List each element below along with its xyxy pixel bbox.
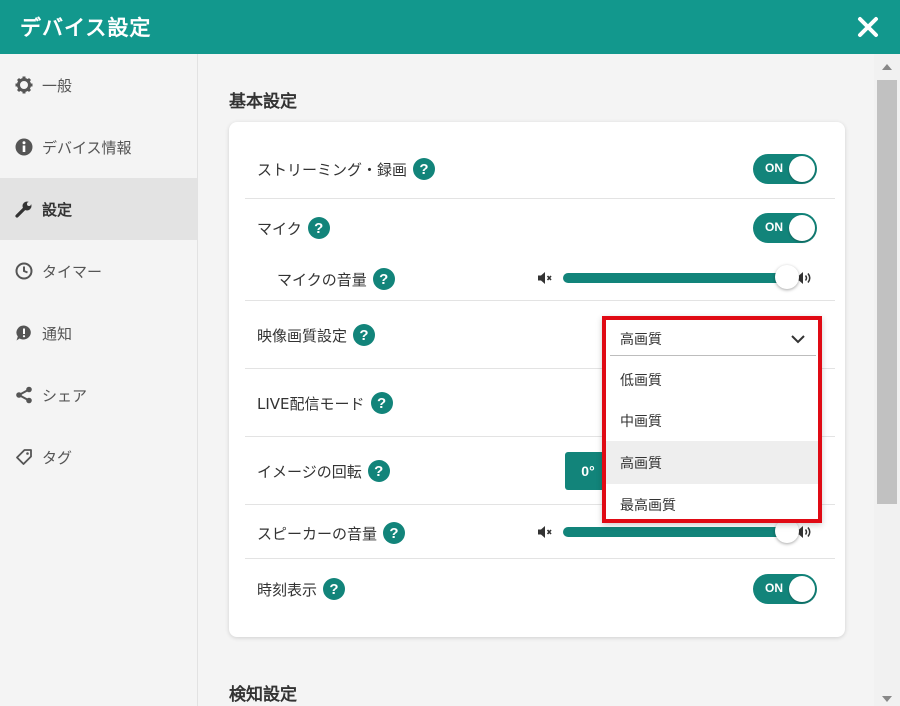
scroll-thumb[interactable]	[877, 80, 897, 504]
scroll-down-arrow[interactable]	[882, 696, 892, 702]
help-icon[interactable]: ?	[372, 268, 395, 290]
slider-thumb[interactable]	[775, 265, 799, 289]
mic-volume-slider[interactable]	[537, 265, 813, 291]
toggle-label: ON	[765, 581, 783, 595]
mic-toggle[interactable]: ON	[753, 213, 817, 243]
info-icon	[14, 137, 34, 157]
toggle-label: ON	[765, 161, 783, 175]
divider	[245, 558, 835, 559]
slider-track[interactable]	[563, 519, 799, 543]
clock-icon	[14, 261, 34, 281]
video-quality-select[interactable]: 高画質	[610, 322, 816, 356]
streaming-toggle[interactable]: ON	[753, 154, 817, 184]
sidebar-item-label: タグ	[42, 448, 73, 467]
row-label: LIVE配信モード	[257, 394, 365, 413]
row-label: ストリーミング・録画	[257, 160, 408, 179]
slider-track[interactable]	[563, 265, 799, 289]
notification-icon	[14, 323, 34, 343]
sidebar-item-share[interactable]: シェア	[0, 364, 197, 426]
toggle-knob	[789, 576, 815, 602]
volume-mute-icon	[538, 526, 552, 538]
section-title-detect: 検知設定	[229, 685, 297, 705]
scroll-up-arrow[interactable]	[882, 64, 892, 70]
help-icon[interactable]: ?	[367, 460, 390, 482]
selected-value: 高画質	[620, 331, 662, 348]
tag-icon	[14, 447, 34, 467]
dialog-header: デバイス設定	[0, 0, 900, 54]
chevron-down-icon	[791, 334, 805, 343]
row-label: マイクの音量	[277, 270, 367, 289]
toggle-label: ON	[765, 220, 783, 234]
volume-mute-icon	[538, 272, 552, 284]
divider	[245, 198, 835, 199]
help-icon[interactable]: ?	[323, 578, 346, 600]
help-icon[interactable]: ?	[413, 158, 436, 180]
option-high-quality[interactable]: 高画質	[606, 441, 818, 484]
sidebar-item-timer[interactable]: タイマー	[0, 240, 197, 302]
toggle-knob	[789, 156, 815, 182]
sidebar-item-label: 通知	[42, 324, 73, 343]
gear-icon	[14, 75, 34, 95]
row-label: 時刻表示	[257, 580, 318, 599]
row-mic: マイク ?	[257, 217, 817, 239]
toggle-knob	[789, 215, 815, 241]
video-quality-dropdown: 高画質 低画質 中画質 高画質 最高画質	[602, 316, 822, 523]
option-highest-quality[interactable]: 最高画質	[606, 483, 818, 526]
sidebar-nav: 一般 デバイス情報 設定 タイマー 通知 シェア タグ	[0, 54, 198, 706]
row-time-display: 時刻表示 ?	[257, 578, 817, 600]
time-display-toggle[interactable]: ON	[753, 574, 817, 604]
option-medium-quality[interactable]: 中画質	[606, 399, 818, 442]
option-low-quality[interactable]: 低画質	[606, 358, 818, 401]
row-label: 映像画質設定	[257, 326, 348, 345]
help-icon[interactable]: ?	[383, 522, 406, 544]
row-label: イメージの回転	[257, 462, 362, 481]
row-streaming: ストリーミング・録画 ?	[257, 158, 817, 180]
sidebar-item-general[interactable]: 一般	[0, 54, 197, 116]
sidebar-item-label: シェア	[42, 386, 88, 405]
sidebar-item-label: 設定	[42, 200, 73, 219]
sidebar-item-tag[interactable]: タグ	[0, 426, 197, 488]
sidebar-item-label: 一般	[42, 76, 73, 95]
main-scrollbar[interactable]	[874, 54, 900, 706]
help-icon[interactable]: ?	[307, 217, 330, 239]
sidebar-item-settings[interactable]: 設定	[0, 178, 197, 240]
close-button[interactable]	[854, 13, 882, 41]
sidebar-item-label: タイマー	[42, 262, 103, 281]
row-label: マイク	[257, 219, 302, 238]
sidebar-item-label: デバイス情報	[42, 138, 132, 157]
share-icon	[14, 385, 34, 405]
divider	[245, 300, 835, 301]
wrench-icon	[14, 199, 34, 219]
sidebar-item-device-info[interactable]: デバイス情報	[0, 116, 197, 178]
sidebar-item-notification[interactable]: 通知	[0, 302, 197, 364]
help-icon[interactable]: ?	[353, 324, 376, 346]
close-icon	[858, 17, 878, 37]
section-title-basic: 基本設定	[229, 92, 297, 112]
row-label: スピーカーの音量	[257, 524, 378, 543]
help-icon[interactable]: ?	[370, 392, 393, 414]
dialog-title: デバイス設定	[20, 16, 152, 40]
